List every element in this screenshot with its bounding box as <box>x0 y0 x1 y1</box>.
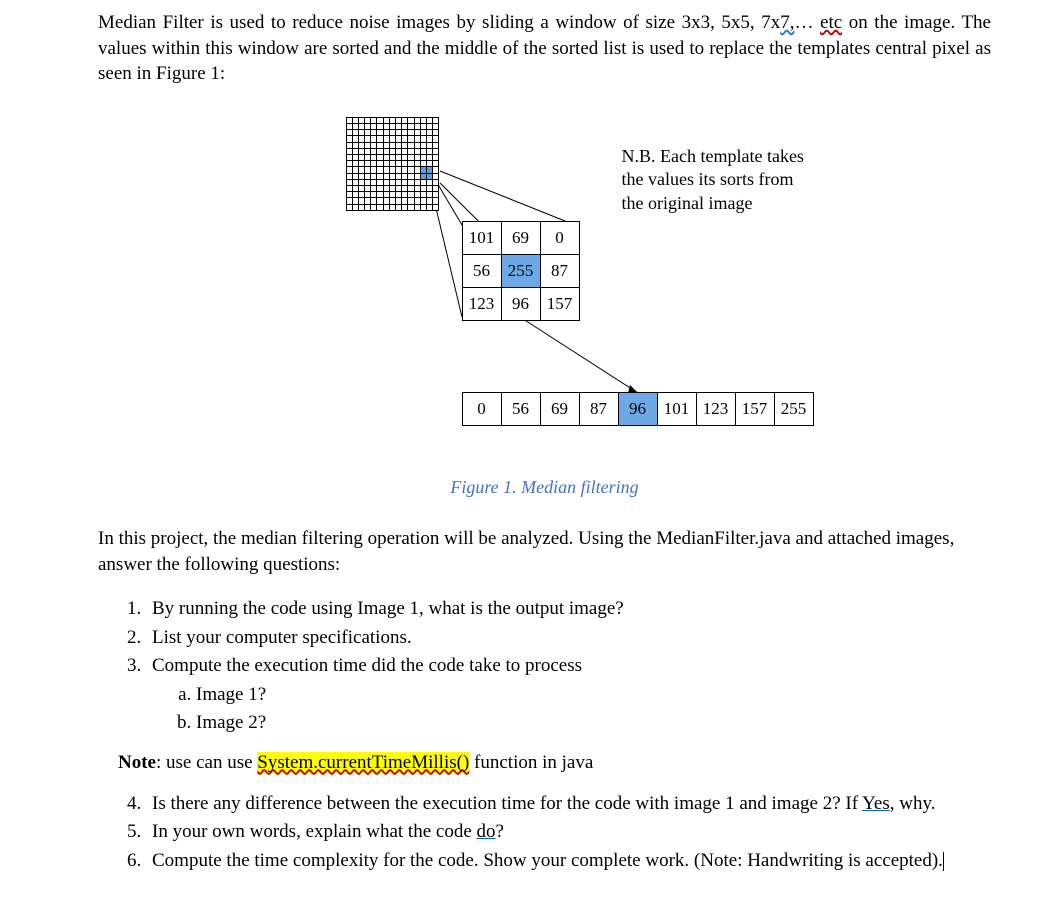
q5-text-b: ? <box>496 821 504 842</box>
sorted-cell: 123 <box>696 392 735 425</box>
sorted-cell: 87 <box>579 392 618 425</box>
squiggle-etc: etc <box>820 12 842 33</box>
question-4: Is there any difference between the exec… <box>146 790 991 819</box>
sorted-row: 056698796101123157255 <box>462 392 814 426</box>
sorted-cell: 0 <box>462 392 501 425</box>
question-6: Compute the time complexity for the code… <box>146 847 991 876</box>
kernel-cell: 56 <box>462 254 501 287</box>
nb-line-3: the original image <box>622 192 804 215</box>
kernel-cell: 0 <box>540 221 579 254</box>
nb-note: N.B. Each template takes the values its … <box>622 145 804 215</box>
kernel-cell: 157 <box>540 287 579 320</box>
sorted-cell: 157 <box>735 392 774 425</box>
q4-yes: Yes <box>862 793 890 814</box>
sorted-cell: 96 <box>618 392 657 425</box>
sorted-cell: 69 <box>540 392 579 425</box>
question-3a: Image 1? <box>196 681 991 710</box>
q5-text-a: In your own words, explain what the code <box>152 821 477 842</box>
note-mid: : use can use <box>156 752 257 773</box>
q3-text: Compute the execution time did the code … <box>152 655 582 676</box>
question-list: By running the code using Image 1, what … <box>98 595 991 738</box>
nb-line-2: the values its sorts from <box>622 168 804 191</box>
q4-text-a: Is there any difference between the exec… <box>152 793 862 814</box>
q5-do: do <box>477 821 496 842</box>
note-code: System.currentTimeMillis() <box>257 752 469 773</box>
question-3b: Image 2? <box>196 709 991 738</box>
figure-caption: Figure 1. Median filtering <box>98 477 991 498</box>
image-grid <box>346 117 440 211</box>
sorted-cell: 101 <box>657 392 696 425</box>
note-suffix: function in java <box>469 752 593 773</box>
question-2: List your computer specifications. <box>146 624 991 653</box>
kernel-cell: 123 <box>462 287 501 320</box>
kernel-cell: 101 <box>462 221 501 254</box>
nb-line-1: N.B. Each template takes <box>622 145 804 168</box>
figure-1: N.B. Each template takes the values its … <box>170 117 920 457</box>
question-list-2: Is there any difference between the exec… <box>98 790 991 876</box>
intro-paragraph: Median Filter is used to reduce noise im… <box>98 10 991 87</box>
note-line: Note: use can use System.currentTimeMill… <box>118 752 991 774</box>
kernel-cell: 87 <box>540 254 579 287</box>
question-3: Compute the execution time did the code … <box>146 652 991 738</box>
sorted-cell: 255 <box>774 392 813 425</box>
squiggle-7: 7, <box>780 12 794 33</box>
kernel-cell: 69 <box>501 221 540 254</box>
note-label: Note <box>118 752 156 773</box>
question-3-sub: Image 1? Image 2? <box>152 681 991 738</box>
kernel-cell: 96 <box>501 287 540 320</box>
kernel-cell: 255 <box>501 254 540 287</box>
text-cursor <box>943 852 944 871</box>
question-1: By running the code using Image 1, what … <box>146 595 991 624</box>
kernel-3x3: 101690 5625587 12396157 <box>462 221 580 321</box>
intro-text-2: … <box>794 12 820 33</box>
question-5: In your own words, explain what the code… <box>146 818 991 847</box>
paragraph-2: In this project, the median filtering op… <box>98 526 991 577</box>
intro-text-1: Median Filter is used to reduce noise im… <box>98 12 780 33</box>
q4-text-b: , why. <box>890 793 936 814</box>
q6-text: Compute the time complexity for the code… <box>152 850 943 871</box>
grid-cell <box>433 204 439 210</box>
sorted-cell: 56 <box>501 392 540 425</box>
